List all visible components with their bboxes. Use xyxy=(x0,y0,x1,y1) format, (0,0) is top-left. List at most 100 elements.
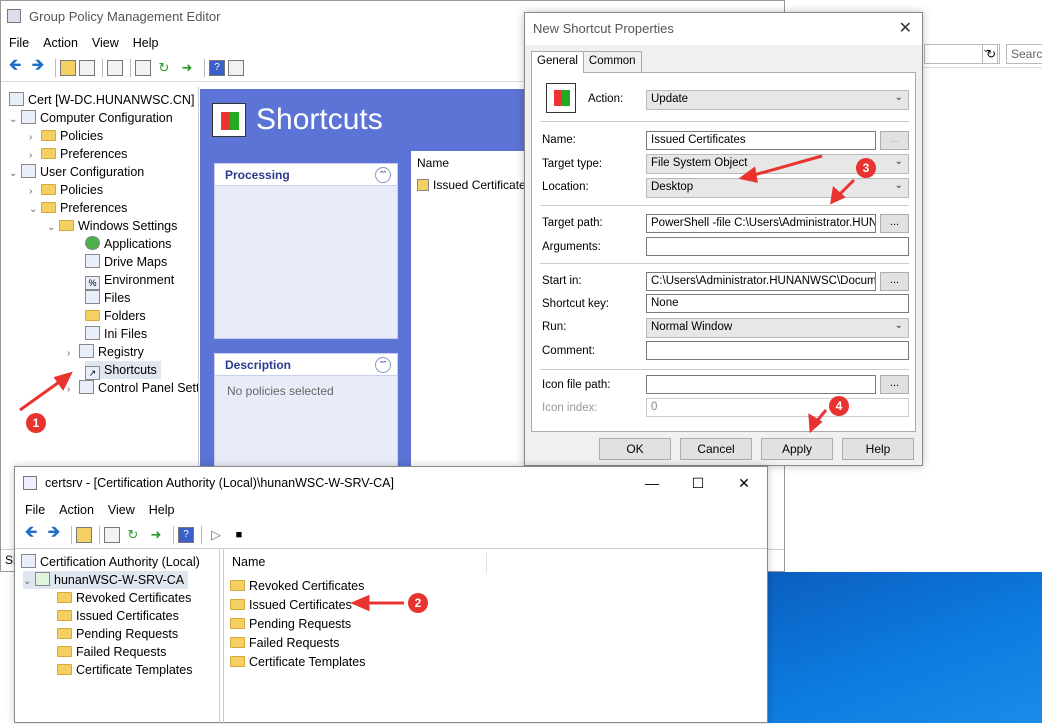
menu-help[interactable]: Help xyxy=(133,36,159,50)
tree-ca-server[interactable]: ⌄ hunanWSC-W-SRV-CA xyxy=(23,571,189,591)
tab-general[interactable]: General xyxy=(531,51,584,73)
divider xyxy=(540,205,909,206)
tree-issued-certificates[interactable]: Issued Certificates xyxy=(57,607,179,625)
tree-root[interactable]: Cert [W-DC.HUNANWSC.CN] P xyxy=(9,91,198,109)
list-item[interactable]: Issued Certificate xyxy=(411,175,531,195)
list-item[interactable]: Issued Certificates xyxy=(230,598,352,612)
apply-button[interactable]: Apply xyxy=(761,438,833,460)
menu-help[interactable]: Help xyxy=(149,503,175,517)
search-input[interactable]: Searc xyxy=(1006,44,1042,64)
help-button[interactable]: Help xyxy=(842,438,914,460)
menu-action[interactable]: Action xyxy=(59,503,94,517)
chevron-right-icon[interactable]: › xyxy=(67,381,79,399)
tree-ini-files[interactable]: Ini Files xyxy=(85,325,147,343)
icon-browse-button[interactable]: ... xyxy=(880,375,909,394)
tree-drive-maps[interactable]: Drive Maps xyxy=(85,253,167,271)
tree-computer-configuration[interactable]: ⌄ Computer Configuration xyxy=(9,109,173,127)
target-path-browse-button[interactable]: ... xyxy=(880,214,909,233)
up-folder-icon[interactable] xyxy=(60,59,76,76)
chevron-down-icon: ⌄ xyxy=(894,180,903,191)
tree-ca-root[interactable]: Certification Authority (Local) xyxy=(21,553,200,571)
tree-preferences-user[interactable]: ⌄ Preferences xyxy=(29,199,127,217)
tree-user-configuration[interactable]: ⌄ User Configuration xyxy=(9,163,144,181)
chevron-down-icon[interactable]: ⌄ xyxy=(23,573,35,591)
menu-view[interactable]: View xyxy=(92,36,119,50)
export-icon[interactable]: ➜ xyxy=(177,58,197,78)
forward-arrow-icon[interactable]: 🡺 xyxy=(28,57,48,78)
ini-file-icon xyxy=(85,326,100,340)
start-in-browse-button[interactable]: ... xyxy=(880,272,909,291)
chevron-down-icon[interactable]: ⌄ xyxy=(29,201,41,219)
column-header-name[interactable]: Name xyxy=(411,151,531,175)
close-icon[interactable]: ✕ xyxy=(721,467,767,499)
chevron-down-icon[interactable]: ⌄ xyxy=(9,165,21,183)
list-item[interactable]: Certificate Templates xyxy=(230,655,366,669)
back-arrow-icon[interactable]: 🡸 xyxy=(5,57,25,78)
chevron-down-icon[interactable]: ⌄ xyxy=(47,219,59,237)
show-hide-tree-icon[interactable] xyxy=(79,59,95,76)
tree-policies-computer[interactable]: › Policies xyxy=(29,127,103,145)
tree-windows-settings[interactable]: ⌄ Windows Settings xyxy=(47,217,177,235)
close-icon[interactable]: ✕ xyxy=(899,13,912,45)
up-folder-icon[interactable] xyxy=(76,526,92,543)
tree-policies-user[interactable]: › Policies xyxy=(29,181,103,199)
list-item[interactable]: Pending Requests xyxy=(230,617,351,631)
comment-field[interactable] xyxy=(646,341,909,360)
tree-files[interactable]: Files xyxy=(85,289,130,307)
tree-folders[interactable]: Folders xyxy=(85,307,146,325)
tree-failed-requests[interactable]: Failed Requests xyxy=(57,643,166,661)
properties-icon[interactable] xyxy=(104,526,120,543)
maximize-icon[interactable]: ☐ xyxy=(675,467,721,499)
column-separator[interactable] xyxy=(486,553,487,573)
play-icon[interactable]: ▷ xyxy=(206,525,226,545)
tree-registry[interactable]: › Registry xyxy=(67,343,144,361)
location-select[interactable]: Desktop ⌄ xyxy=(646,178,909,198)
menu-action[interactable]: Action xyxy=(43,36,78,50)
arguments-field[interactable] xyxy=(646,237,909,256)
export-icon[interactable]: ➜ xyxy=(146,525,166,545)
menu-file[interactable]: File xyxy=(25,503,45,517)
icon-file-path-field[interactable] xyxy=(646,375,876,394)
menu-view[interactable]: View xyxy=(108,503,135,517)
show-action-pane-icon[interactable] xyxy=(228,59,244,76)
tree-applications[interactable]: Applications xyxy=(85,235,171,253)
list-item[interactable]: Revoked Certificates xyxy=(230,579,364,593)
start-in-field[interactable]: C:\Users\Administrator.HUNANWSC\Document xyxy=(646,272,876,291)
back-arrow-icon[interactable]: 🡸 xyxy=(21,524,41,545)
target-path-field[interactable]: PowerShell -file C:\Users\Administrator.… xyxy=(646,214,876,233)
stop-icon[interactable]: ■ xyxy=(229,525,249,545)
processing-header[interactable]: Processing ˆˆ xyxy=(215,164,397,186)
list-item[interactable]: Failed Requests xyxy=(230,636,339,650)
chevron-right-icon[interactable]: › xyxy=(67,345,79,363)
chevron-up-icon[interactable]: ˆˆ xyxy=(375,357,391,373)
action-select[interactable]: Update ⌄ xyxy=(646,90,909,110)
help-icon[interactable]: ? xyxy=(209,59,225,76)
help-icon[interactable]: ? xyxy=(178,526,194,543)
menu-file[interactable]: File xyxy=(9,36,29,50)
tree-control-panel-settings[interactable]: ›Control Panel Setting xyxy=(67,379,198,399)
column-header-name[interactable]: Name xyxy=(232,555,265,569)
tree-certificate-templates[interactable]: Certificate Templates xyxy=(57,661,193,679)
tree-environment[interactable]: % Environment xyxy=(85,271,174,290)
refresh-icon[interactable]: ↻ xyxy=(123,525,143,545)
tree-pending-requests[interactable]: Pending Requests xyxy=(57,625,178,643)
properties-icon[interactable] xyxy=(107,59,123,76)
tree-shortcuts[interactable]: ↗ Shortcuts xyxy=(85,361,161,380)
forward-arrow-icon[interactable]: 🡺 xyxy=(44,524,64,545)
chevron-up-icon[interactable]: ˆˆ xyxy=(375,167,391,183)
cancel-button[interactable]: Cancel xyxy=(680,438,752,460)
shortcut-key-field[interactable]: None xyxy=(646,294,909,313)
print-icon[interactable] xyxy=(135,59,151,76)
name-field[interactable]: Issued Certificates xyxy=(646,131,876,150)
chevron-down-icon[interactable]: ⌄ xyxy=(9,111,21,129)
refresh-icon[interactable]: ↻ xyxy=(982,44,1000,64)
name-browse-button[interactable]: ... xyxy=(880,131,909,150)
minimize-icon[interactable]: — xyxy=(629,467,675,499)
tree-preferences-computer[interactable]: › Preferences xyxy=(29,145,127,163)
run-select[interactable]: Normal Window ⌄ xyxy=(646,318,909,338)
tab-common[interactable]: Common xyxy=(582,51,642,72)
refresh-icon[interactable]: ↻ xyxy=(154,58,174,78)
description-header[interactable]: Description ˆˆ xyxy=(215,354,397,376)
tree-revoked-certificates[interactable]: Revoked Certificates xyxy=(57,589,191,607)
ok-button[interactable]: OK xyxy=(599,438,671,460)
